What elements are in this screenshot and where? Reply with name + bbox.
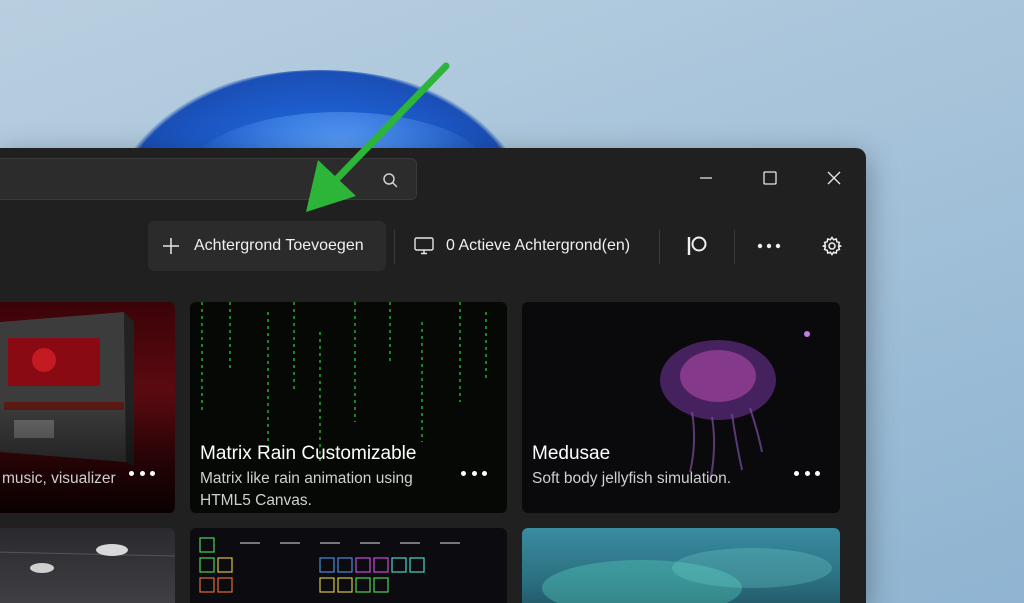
active-wallpapers-label: 0 Actieve Achtergrond(en): [446, 237, 631, 254]
close-button[interactable]: [811, 158, 857, 198]
card-more-button[interactable]: [794, 462, 820, 484]
add-wallpaper-button[interactable]: Achtergrond Toevoegen: [148, 221, 386, 271]
minimize-button[interactable]: [683, 158, 729, 198]
card-thumbnail: [542, 548, 832, 603]
wallpaper-card[interactable]: [190, 528, 507, 603]
plus-icon: [163, 238, 179, 254]
card-more-button[interactable]: [129, 462, 155, 484]
card-description: Soft body jellyfish simulation.: [532, 470, 732, 487]
wallpaper-card[interactable]: [0, 528, 175, 603]
add-wallpaper-label: Achtergrond Toevoegen: [194, 237, 364, 254]
settings-button[interactable]: [812, 226, 852, 266]
patreon-icon: [687, 236, 707, 255]
toolbar-divider: [394, 230, 395, 264]
card-title: Medusae: [532, 443, 611, 464]
card-shade: [0, 403, 175, 513]
search-icon[interactable]: [382, 172, 398, 188]
search-input[interactable]: [0, 158, 417, 200]
close-icon: [827, 171, 841, 185]
gear-icon: [822, 236, 842, 256]
card-title: Matrix Rain Customizable: [200, 443, 417, 464]
wallpaper-card[interactable]: Matrix Rain Customizable Matrix like rai…: [190, 302, 507, 513]
wallpaper-card[interactable]: Medusae Soft body jellyfish simulation.: [522, 302, 840, 513]
wallpaper-card[interactable]: [522, 528, 840, 603]
app-window: Achtergrond Toevoegen 0 Actieve Achtergr…: [0, 148, 866, 603]
card-thumbnail: [0, 544, 175, 573]
more-options-button[interactable]: [749, 226, 789, 266]
active-wallpapers-button[interactable]: 0 Actieve Achtergrond(en): [404, 221, 654, 271]
toolbar-divider: [659, 230, 660, 264]
card-thumbnail: [199, 537, 460, 593]
card-description: Matrix like rain animation using HTML5 C…: [200, 470, 413, 509]
maximize-button[interactable]: [747, 158, 793, 198]
toolbar-divider: [734, 230, 735, 264]
monitor-icon: [414, 237, 434, 255]
card-more-button[interactable]: [461, 462, 487, 484]
wallpaper-card[interactable]: music, visualizer: [0, 302, 175, 513]
patreon-button[interactable]: [677, 226, 717, 266]
maximize-icon: [763, 171, 777, 185]
more-icon: [757, 243, 781, 249]
minimize-icon: [700, 177, 712, 179]
